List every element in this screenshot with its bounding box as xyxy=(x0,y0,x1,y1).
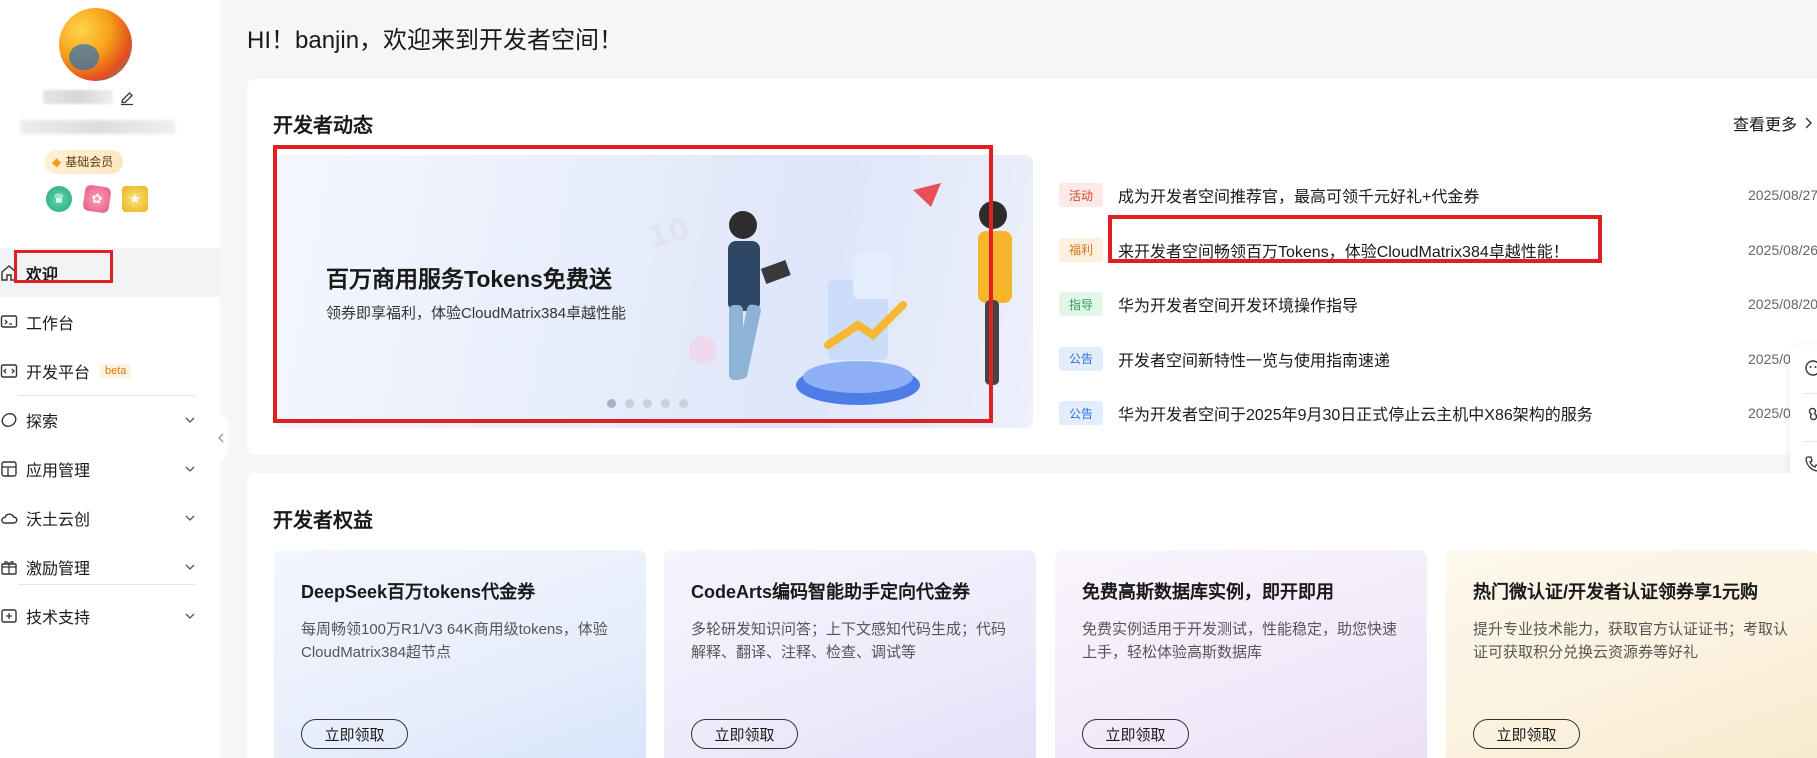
chevron-down-icon xyxy=(185,417,195,423)
claim-button[interactable]: 立即领取 xyxy=(691,719,798,749)
view-more-link[interactable]: 查看更多 xyxy=(1733,111,1813,135)
member-badge[interactable]: ◆ 基础会员 xyxy=(44,150,124,174)
sidebar-item-label: 应用管理 xyxy=(26,462,91,480)
sidebar-item-label: 激励管理 xyxy=(26,560,91,578)
benefit-desc: 每周畅领100万R1/V3 64K商用级tokens，体验CloudMatrix… xyxy=(301,621,608,661)
star-medal-icon[interactable]: ★ xyxy=(122,186,148,212)
sidebar-item-label: 工作台 xyxy=(26,315,75,333)
benefit-card[interactable]: DeepSeek百万tokens代金券 每周畅领100万R1/V3 64K商用级… xyxy=(274,550,646,758)
sidebar-item-support[interactable]: 技术支持 xyxy=(0,591,220,640)
news-tag: 福利 xyxy=(1059,237,1103,262)
highlight-box-banner xyxy=(273,145,993,423)
sidebar-item-label: 探索 xyxy=(26,413,59,431)
news-title[interactable]: 华为开发者空间开发环境操作指导 xyxy=(1118,292,1358,316)
beta-badge: beta xyxy=(100,363,132,378)
sidebar: ◆ 基础会员 ♛ ✿ ★ 欢迎 工作台 开发平台 beta 探索 应用管理 沃土… xyxy=(0,0,220,758)
highlight-box-welcome xyxy=(14,250,113,283)
benefit-desc: 免费实例适用于开发测试，性能稳定，助您快速上手，轻松体验高斯数据库 xyxy=(1082,621,1398,661)
sidebar-item-label: 开发平台 xyxy=(26,364,91,382)
sidebar-item-dev-platform[interactable]: 开发平台 beta xyxy=(0,346,220,395)
divider xyxy=(1802,441,1817,442)
benefit-card[interactable]: CodeArts编码智能助手定向代金券 多轮研发知识问答；上下文感知代码生成；代… xyxy=(664,550,1036,758)
sidebar-item-label: 技术支持 xyxy=(26,609,91,627)
user-id-redacted xyxy=(20,120,175,134)
highlight-box-news xyxy=(1108,215,1602,263)
news-tag: 活动 xyxy=(1059,183,1103,208)
news-date: 2025/08/20 xyxy=(1748,296,1817,313)
news-title[interactable]: 华为开发者空间于2025年9月30日正式停止云主机中X86架构的服务 xyxy=(1118,401,1593,425)
news-list: 活动 成为开发者空间推荐官，最高可领千元好礼+代金券 2025/08/27 福利… xyxy=(1059,168,1817,441)
benefit-title: 免费高斯数据库实例，即开即用 xyxy=(1082,582,1334,602)
member-badge-label: 基础会员 xyxy=(65,155,114,169)
news-item[interactable]: 指导 华为开发者空间开发环境操作指导 2025/08/20 xyxy=(1059,277,1817,332)
claim-button[interactable]: 立即领取 xyxy=(1473,719,1580,749)
phone-icon[interactable] xyxy=(1804,455,1817,473)
page-greeting: HI！banjin，欢迎来到开发者空间！ xyxy=(247,27,624,54)
chevron-down-icon xyxy=(185,613,195,619)
news-tag: 公告 xyxy=(1059,401,1103,426)
sidebar-item-explore[interactable]: 探索 xyxy=(0,395,220,444)
chevron-down-icon xyxy=(185,515,195,521)
benefit-title: DeepSeek百万tokens代金券 xyxy=(301,582,536,602)
sidebar-nav: 欢迎 工作台 开发平台 beta 探索 应用管理 沃土云创 激励管理 技术支持 xyxy=(0,248,220,640)
link-icon[interactable] xyxy=(1804,405,1817,423)
news-date: 2025/0 xyxy=(1748,405,1791,422)
benefit-desc: 多轮研发知识问答；上下文感知代码生成；代码解释、翻译、注释、检查、调试等 xyxy=(691,621,1007,661)
chevron-right-icon xyxy=(1805,117,1813,129)
divider xyxy=(18,584,196,585)
sidebar-collapse-button[interactable] xyxy=(214,415,228,460)
divider xyxy=(1802,393,1817,394)
benefit-card[interactable]: 免费高斯数据库实例，即开即用 免费实例适用于开发测试，性能稳定，助您快速上手，轻… xyxy=(1055,550,1427,758)
view-more-label: 查看更多 xyxy=(1733,117,1798,134)
news-date: 2025/08/26 xyxy=(1748,241,1817,258)
benefit-title: 热门微认证/开发者认证领券享1元购 xyxy=(1473,582,1759,602)
avatar[interactable] xyxy=(59,8,132,81)
chevron-left-icon xyxy=(218,433,224,442)
news-item[interactable]: 公告 华为开发者空间于2025年9月30日正式停止云主机中X86架构的服务 20… xyxy=(1059,386,1817,441)
edit-icon[interactable] xyxy=(119,90,135,106)
claim-button[interactable]: 立即领取 xyxy=(301,719,408,749)
benefit-card[interactable]: 热门微认证/开发者认证领券享1元购 提升专业技术能力，获取官方认证证书；考取认证… xyxy=(1446,550,1817,758)
crown-medal-icon[interactable]: ♛ xyxy=(46,186,72,212)
sidebar-item-app-manage[interactable]: 应用管理 xyxy=(0,444,220,493)
benefit-desc: 提升专业技术能力，获取官方认证证书；考取认证可获取积分兑换云资源券等好礼 xyxy=(1473,621,1789,661)
benefit-title: CodeArts编码智能助手定向代金券 xyxy=(691,582,971,602)
sidebar-item-workbench[interactable]: 工作台 xyxy=(0,297,220,346)
chevron-down-icon xyxy=(185,466,195,472)
cloud-icon xyxy=(1,513,18,524)
workbench-icon xyxy=(0,314,18,328)
code-icon xyxy=(0,363,18,378)
username-redacted xyxy=(43,90,113,104)
diamond-icon: ◆ xyxy=(52,155,62,169)
explore-icon xyxy=(1,412,17,427)
medal-list: ♛ ✿ ★ xyxy=(46,184,148,214)
chevron-down-icon xyxy=(185,564,195,570)
sidebar-item-label: 沃土云创 xyxy=(26,511,91,529)
news-date: 2025/08/27 xyxy=(1748,187,1817,204)
divider xyxy=(18,395,196,396)
news-tag: 公告 xyxy=(1059,346,1103,371)
support-icon xyxy=(1,608,17,623)
dev-news-title: 开发者动态 xyxy=(273,115,373,137)
news-tag: 指导 xyxy=(1059,292,1103,317)
news-title[interactable]: 成为开发者空间推荐官，最高可领千元好礼+代金券 xyxy=(1118,183,1479,207)
app-manage-icon xyxy=(1,460,17,477)
sidebar-item-cloud[interactable]: 沃土云创 xyxy=(0,493,220,542)
claim-button[interactable]: 立即领取 xyxy=(1082,719,1189,749)
benefits-title: 开发者权益 xyxy=(273,510,373,532)
news-title[interactable]: 开发者空间新特性一览与使用指南速递 xyxy=(1118,347,1390,371)
gift-icon xyxy=(1,560,17,575)
badge-medal-icon[interactable]: ✿ xyxy=(82,184,112,214)
news-item[interactable]: 公告 开发者空间新特性一览与使用指南速递 2025/07/1 xyxy=(1059,332,1817,387)
customer-service-icon[interactable] xyxy=(1804,359,1817,377)
